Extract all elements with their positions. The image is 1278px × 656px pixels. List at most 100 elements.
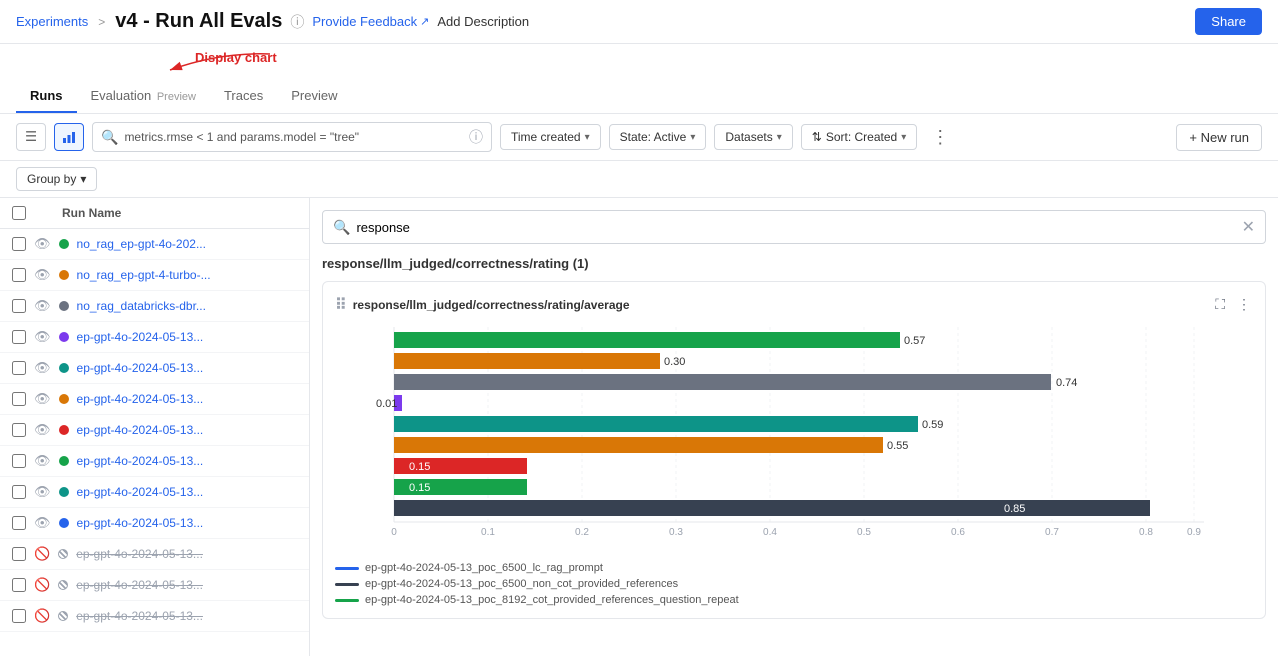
run-color-dot	[59, 518, 69, 528]
legend-item: ep-gpt-4o-2024-05-13_poc_6500_non_cot_pr…	[335, 578, 1253, 590]
visibility-icon[interactable]: 🚫	[34, 546, 50, 562]
legend-color	[335, 567, 359, 570]
row-checkbox[interactable]	[12, 330, 26, 344]
svg-text:0.01: 0.01	[376, 398, 397, 410]
svg-text:0.85: 0.85	[1004, 503, 1025, 515]
run-name[interactable]: ep-gpt-4o-2024-05-13...	[77, 516, 204, 530]
legend-item: ep-gpt-4o-2024-05-13_poc_8192_cot_provid…	[335, 594, 1253, 606]
list-view-button[interactable]: ☰	[16, 123, 46, 151]
chart-search-box: 🔍 ✕	[322, 210, 1266, 244]
chevron-down-icon: ▾	[901, 132, 906, 143]
tab-evaluation-preview: Preview	[157, 91, 196, 103]
visibility-icon[interactable]: 👁	[34, 515, 51, 531]
svg-text:0: 0	[391, 527, 397, 538]
state-active-filter[interactable]: State: Active ▾	[609, 124, 707, 150]
run-name[interactable]: ep-gpt-4o-2024-05-13...	[77, 423, 204, 437]
select-all-checkbox[interactable]	[12, 206, 26, 220]
run-color-dot	[58, 580, 68, 590]
visibility-icon[interactable]: 👁	[34, 360, 51, 376]
provide-feedback-link[interactable]: Provide Feedback ↗	[312, 14, 429, 29]
row-checkbox[interactable]	[12, 516, 26, 530]
svg-text:0.7: 0.7	[1045, 527, 1059, 538]
visibility-icon[interactable]: 👁	[34, 298, 51, 314]
visibility-icon[interactable]: 👁	[34, 484, 51, 500]
toolbar: ☰ 🔍 ⓘ Time created ▾ State: Active ▾ Dat…	[0, 114, 1278, 161]
breadcrumb-separator: >	[98, 15, 105, 29]
run-name[interactable]: ep-gpt-4o-2024-05-13...	[77, 330, 204, 344]
table-row: 👁 ep-gpt-4o-2024-05-13...	[0, 508, 309, 539]
chart-panel: 🔍 ✕ response/llm_judged/correctness/rati…	[310, 198, 1278, 656]
clear-search-icon[interactable]: ✕	[1242, 217, 1255, 237]
run-name[interactable]: ep-gpt-4o-2024-05-13...	[77, 392, 204, 406]
search-input[interactable]	[124, 130, 463, 144]
run-name[interactable]: no_rag_databricks-dbr...	[77, 299, 206, 313]
run-color-dot	[59, 394, 69, 404]
svg-text:0.3: 0.3	[669, 527, 683, 538]
sort-filter[interactable]: ⇅ Sort: Created ▾	[801, 124, 917, 150]
run-name[interactable]: ep-gpt-4o-2024-05-13...	[76, 609, 203, 623]
visibility-icon[interactable]: 🚫	[34, 608, 50, 624]
svg-text:0.30: 0.30	[664, 356, 685, 368]
add-description-button[interactable]: Add Description	[437, 14, 529, 29]
table-row: 👁 no_rag_ep-gpt-4o-202...	[0, 229, 309, 260]
row-checkbox[interactable]	[12, 299, 26, 313]
main-content: Run Name 👁 no_rag_ep-gpt-4o-202... 👁 no_…	[0, 198, 1278, 656]
svg-text:0.4: 0.4	[763, 527, 777, 538]
tab-evaluation[interactable]: Evaluation Preview	[77, 80, 210, 113]
secondary-toolbar: Group by ▾	[0, 161, 1278, 198]
row-checkbox[interactable]	[12, 392, 26, 406]
info-icon[interactable]: ⓘ	[290, 12, 304, 32]
table-row: 👁 ep-gpt-4o-2024-05-13...	[0, 384, 309, 415]
legend-color	[335, 599, 359, 602]
fullscreen-button[interactable]: ⛶	[1213, 294, 1227, 315]
row-checkbox[interactable]	[12, 361, 26, 375]
run-name[interactable]: ep-gpt-4o-2024-05-13...	[77, 361, 204, 375]
run-color-dot	[58, 611, 68, 621]
visibility-icon[interactable]: 👁	[34, 453, 51, 469]
run-name[interactable]: ep-gpt-4o-2024-05-13...	[76, 547, 203, 561]
visibility-icon[interactable]: 🚫	[34, 577, 50, 593]
visibility-icon[interactable]: 👁	[34, 267, 51, 283]
tab-runs[interactable]: Runs	[16, 80, 77, 113]
visibility-icon[interactable]: 👁	[34, 422, 51, 438]
chart-search-input[interactable]	[356, 220, 1235, 235]
table-row: 👁 no_rag_ep-gpt-4-turbo-...	[0, 260, 309, 291]
chart-header: ⠿ response/llm_judged/correctness/rating…	[335, 294, 1253, 315]
row-checkbox[interactable]	[12, 423, 26, 437]
more-options-button[interactable]: ⋮	[925, 125, 955, 150]
row-checkbox[interactable]	[12, 454, 26, 468]
chevron-down-icon: ▾	[690, 132, 695, 143]
sort-icon: ⇅	[812, 130, 822, 144]
drag-handle-icon[interactable]: ⠿	[335, 295, 347, 315]
tab-preview[interactable]: Preview	[277, 80, 351, 113]
svg-text:0.5: 0.5	[857, 527, 871, 538]
visibility-icon[interactable]: 👁	[34, 329, 51, 345]
row-checkbox[interactable]	[12, 268, 26, 282]
run-name[interactable]: no_rag_ep-gpt-4o-202...	[77, 237, 206, 251]
row-checkbox[interactable]	[12, 547, 26, 561]
new-run-button[interactable]: + New run	[1176, 124, 1262, 151]
chart-more-button[interactable]: ⋮	[1235, 294, 1253, 315]
row-checkbox[interactable]	[12, 237, 26, 251]
chart-search-icon: 🔍	[333, 219, 350, 236]
run-name[interactable]: ep-gpt-4o-2024-05-13...	[77, 485, 204, 499]
run-name[interactable]: ep-gpt-4o-2024-05-13...	[77, 454, 204, 468]
row-checkbox[interactable]	[12, 578, 26, 592]
svg-text:0.55: 0.55	[887, 440, 908, 452]
run-color-dot	[59, 487, 69, 497]
run-name[interactable]: ep-gpt-4o-2024-05-13...	[76, 578, 203, 592]
row-checkbox[interactable]	[12, 609, 26, 623]
tab-traces[interactable]: Traces	[210, 80, 277, 113]
chevron-down-icon: ▾	[777, 132, 782, 143]
search-info-icon[interactable]: ⓘ	[469, 127, 483, 147]
chart-view-button[interactable]	[54, 123, 84, 151]
time-created-filter[interactable]: Time created ▾	[500, 124, 601, 150]
breadcrumb-experiments[interactable]: Experiments	[16, 14, 88, 29]
share-button[interactable]: Share	[1195, 8, 1262, 35]
visibility-icon[interactable]: 👁	[34, 236, 51, 252]
group-by-button[interactable]: Group by ▾	[16, 167, 97, 191]
row-checkbox[interactable]	[12, 485, 26, 499]
visibility-icon[interactable]: 👁	[34, 391, 51, 407]
datasets-filter[interactable]: Datasets ▾	[714, 124, 792, 150]
run-name[interactable]: no_rag_ep-gpt-4-turbo-...	[77, 268, 211, 282]
